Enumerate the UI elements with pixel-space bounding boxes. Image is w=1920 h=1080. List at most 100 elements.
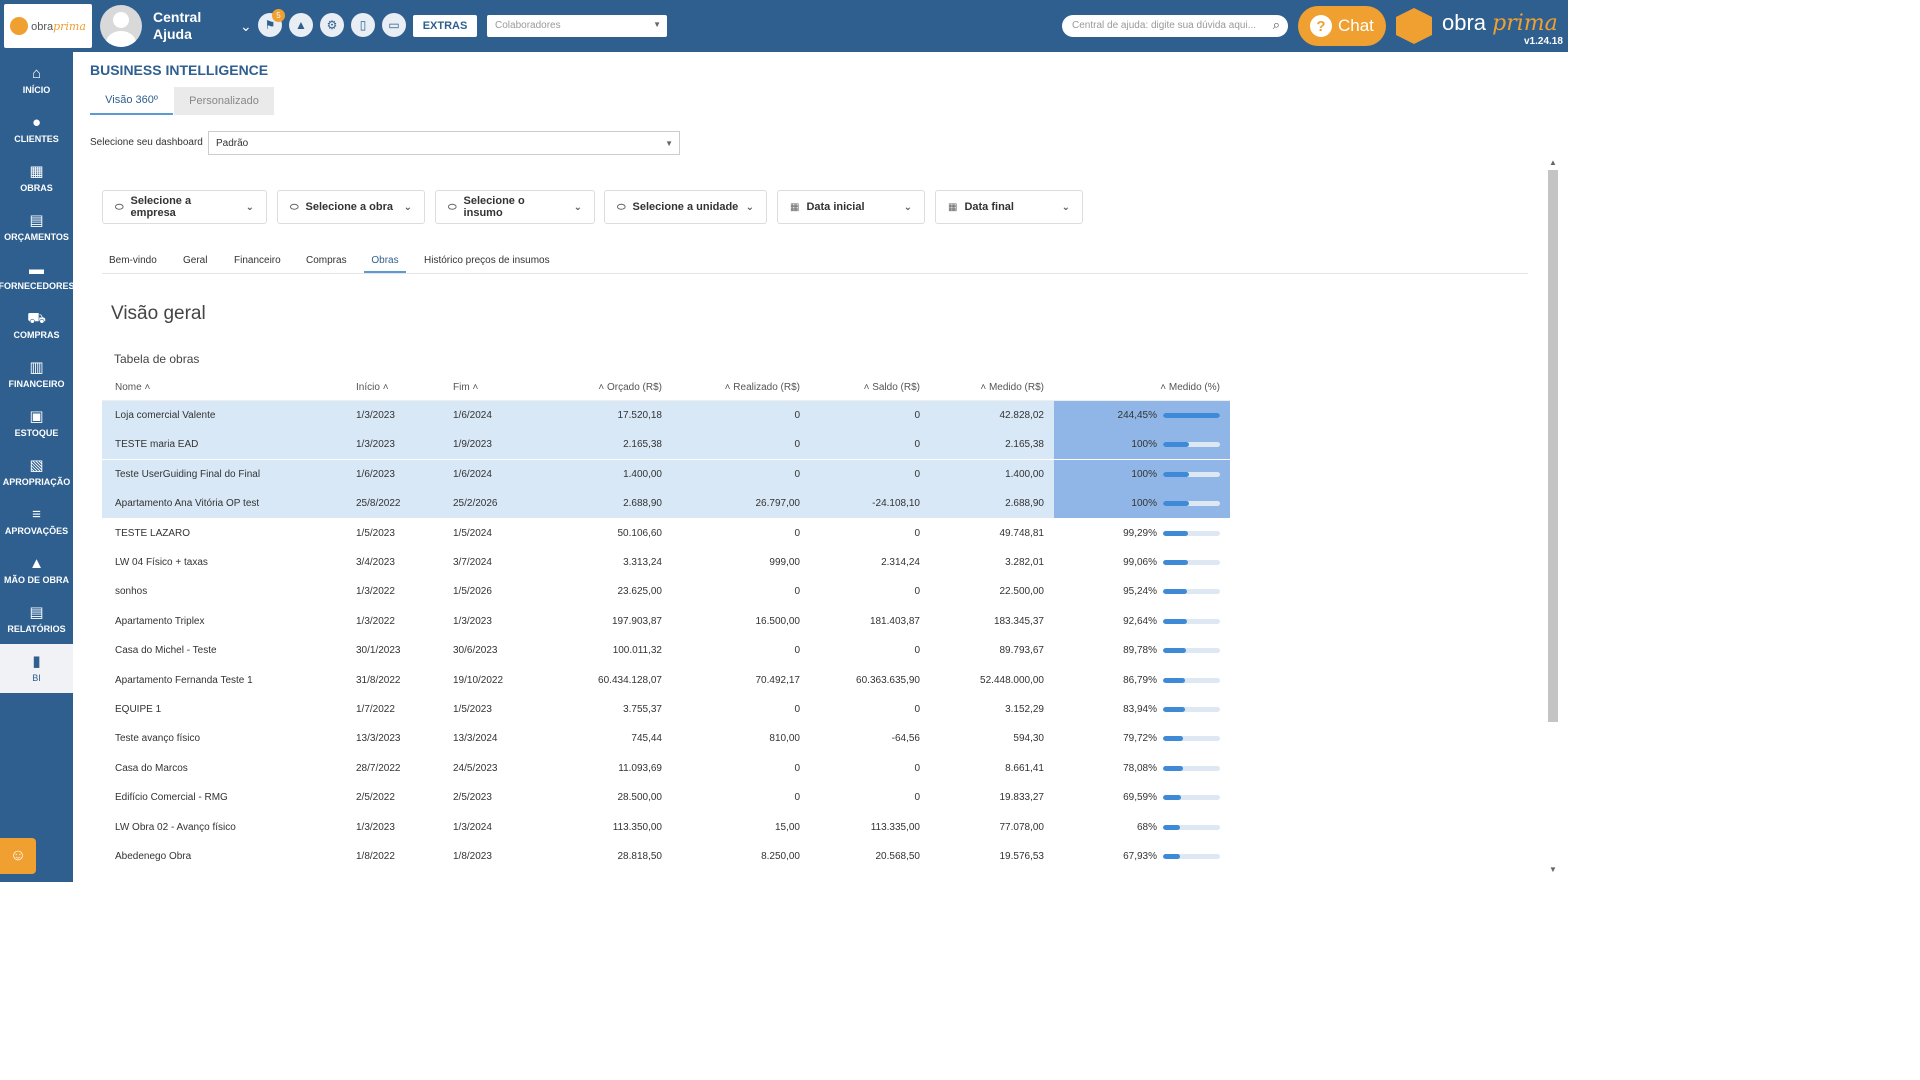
medido-pct-value: 99,29% — [1123, 527, 1157, 539]
col-inicio[interactable]: Início ˄ — [356, 382, 389, 393]
table-row[interactable]: Teste UserGuiding Final do Final 1/6/2023… — [102, 459, 1230, 489]
graduation-cap-icon[interactable]: ▲ — [289, 13, 313, 37]
cell-realizado: 0 — [794, 645, 800, 657]
col-orcado[interactable]: ˄ Orçado (R$) — [598, 382, 662, 393]
progress-bar — [1163, 677, 1220, 683]
table-row[interactable]: EQUIPE 1 1/7/2022 1/5/2023 3.755,37 0 0 3.152,… — [102, 695, 1230, 724]
cell-orcado: 2.688,90 — [623, 498, 662, 510]
support-chat-icon[interactable]: ☺ — [0, 838, 36, 874]
monitor-icon[interactable]: ▭ — [382, 13, 406, 37]
medido-pct-value: 68% — [1136, 821, 1157, 833]
tab-obras[interactable]: Obras — [364, 255, 406, 273]
sidebar-item-bi[interactable]: ▮ BI — [0, 644, 73, 693]
cell-inicio: 13/3/2023 — [356, 733, 401, 745]
sidebar-item-inicio[interactable]: ⌂ INÍCIO — [0, 56, 73, 105]
tab-personalizado[interactable]: Personalizado — [174, 87, 274, 115]
tabs-divider — [102, 273, 1528, 274]
cell-orcado: 60.434.128,07 — [598, 674, 662, 686]
sidebar-item-clientes[interactable]: ● CLIENTES — [0, 105, 73, 154]
dashboard-select[interactable]: Padrão ▼ — [208, 131, 680, 155]
cell-medido: 19.833,27 — [999, 792, 1045, 804]
central-ajuda-label[interactable]: Central Ajuda — [153, 9, 233, 43]
search-icon[interactable]: ⌕ — [1273, 17, 1280, 33]
sidebar-item-fornecedores[interactable]: ▬ FORNECEDORES — [0, 252, 75, 301]
table-row[interactable]: Edifício Comercial - RMG 2/5/2022 2/5/2023… — [102, 783, 1230, 812]
tab-visao-360[interactable]: Visão 360º — [90, 87, 173, 115]
cell-medido: 8.661,41 — [1005, 762, 1044, 774]
table-row[interactable]: Apartamento Ana Vitória OP test 25/8/2022… — [102, 489, 1230, 519]
table-row[interactable]: Apartamento Fernanda Teste 1 31/8/2022 19/… — [102, 666, 1230, 695]
brand-logo-icon — [1396, 8, 1432, 44]
mobile-icon[interactable]: ▯ — [351, 13, 375, 37]
chevron-down-icon: ⌄ — [245, 201, 254, 213]
table-row[interactable]: Apartamento Triplex 1/3/2022 1/3/2023 197.9… — [102, 607, 1230, 636]
scroll-up-icon[interactable]: ▲ — [1549, 158, 1557, 167]
cell-fim: 1/3/2023 — [453, 615, 492, 627]
col-nome[interactable]: Nome ˄ — [115, 382, 150, 393]
colaboradores-select[interactable]: Colaboradores ▼ — [487, 15, 667, 37]
filter-data-final[interactable]: ▦ Data final ⌄ — [935, 190, 1083, 224]
logo[interactable]: obraprima — [4, 4, 92, 48]
cell-fim: 3/7/2024 — [453, 557, 492, 568]
tab-compras[interactable]: Compras — [306, 255, 347, 273]
cell-saldo: 0 — [914, 527, 920, 539]
table-row[interactable]: LW 04 Físico + taxas 3/4/2023 3/7/2024 3.31… — [102, 548, 1230, 577]
filter-unidade[interactable]: ⬭ Selecione a unidade ⌄ — [604, 190, 767, 224]
col-saldo[interactable]: ˄ Saldo (R$) — [864, 382, 920, 393]
table-header: Nome ˄ Início ˄ Fim ˄ ˄ Orçado (R$) ˄ Re… — [102, 375, 1230, 401]
cell-medido: 2.688,90 — [1005, 498, 1044, 510]
cell-medido-pct: 99,29% — [1054, 519, 1230, 548]
cell-inicio: 1/3/2022 — [356, 586, 395, 598]
tab-geral[interactable]: Geral — [183, 255, 207, 273]
cell-realizado: 0 — [794, 792, 800, 804]
sidebar-item-compras[interactable]: ⛟ COMPRAS — [0, 301, 73, 350]
sidebar-item-mao-de-obra[interactable]: ▲ MÃO DE OBRA — [0, 546, 73, 595]
progress-bar-fill — [1163, 736, 1184, 742]
col-medido-pct[interactable]: ˄ Medido (%) — [1160, 382, 1220, 393]
table-row[interactable]: Abedenego Obra 1/8/2022 1/8/2023 28.818,50 8… — [102, 842, 1230, 871]
filter-insumo[interactable]: ⬭ Selecione o insumo ⌄ — [435, 190, 595, 224]
sort-icon: ˄ — [472, 382, 479, 393]
boxes-icon: ▣ — [29, 408, 44, 425]
extras-button[interactable]: EXTRAS — [413, 15, 477, 37]
sidebar-item-relatorios[interactable]: ▤ RELATÓRIOS — [0, 595, 73, 644]
cell-fim: 1/5/2023 — [453, 704, 492, 715]
gear-icon[interactable]: ⚙ — [320, 13, 344, 37]
scrollbar[interactable]: ▲ ▼ — [1546, 158, 1560, 874]
table-row[interactable]: sonhos 1/3/2022 1/5/2026 23.625,00 0 0 22.500,… — [102, 577, 1230, 606]
scroll-down-icon[interactable]: ▼ — [1549, 865, 1557, 874]
sidebar-item-obras[interactable]: ▦ OBRAS — [0, 154, 73, 203]
col-medido[interactable]: ˄ Medido (R$) — [980, 382, 1044, 393]
tab-bem-vindo[interactable]: Bem-vindo — [109, 255, 157, 273]
progress-bar — [1163, 824, 1220, 830]
cell-orcado: 50.106,60 — [617, 527, 663, 539]
table-row[interactable]: Teste avanço físico 13/3/2023 13/3/2024 745… — [102, 724, 1230, 753]
sidebar-item-aprovacoes[interactable]: ≡ APROVAÇÕES — [0, 497, 73, 546]
sidebar-item-financeiro[interactable]: ▥ FINANCEIRO — [0, 350, 73, 399]
sidebar: ⌂ INÍCIO ● CLIENTES ▦ OBRAS ▤ ORÇAMENTOS ▬ FO… — [0, 52, 75, 882]
table-row[interactable]: TESTE maria EAD 1/3/2023 1/9/2023 2.165,38 0… — [102, 430, 1230, 460]
table-row[interactable]: Casa do Michel - Teste 30/1/2023 30/6/2023… — [102, 636, 1230, 665]
filter-data-inicial[interactable]: ▦ Data inicial ⌄ — [777, 190, 925, 224]
question-icon: ? — [1310, 15, 1332, 37]
chevron-down-icon[interactable]: ⌄ — [240, 18, 252, 35]
tab-financeiro[interactable]: Financeiro — [234, 255, 281, 273]
table-row[interactable]: Casa do Marcos 28/7/2022 24/5/2023 11.093,6… — [102, 754, 1230, 783]
table-row[interactable]: TESTE LAZARO 1/5/2023 1/5/2024 50.106,60 0 0 4… — [102, 519, 1230, 548]
col-realizado[interactable]: ˄ Realizado (R$) — [725, 382, 800, 393]
filter-empresa[interactable]: ⬭ Selecione a empresa ⌄ — [102, 190, 267, 224]
cell-medido-pct: 89,78% — [1054, 636, 1230, 665]
col-fim[interactable]: Fim ˄ — [453, 382, 478, 393]
chat-button[interactable]: ? Chat — [1298, 6, 1386, 46]
sidebar-item-apropriacao[interactable]: ▧ APROPRIAÇÃO — [0, 448, 73, 497]
table-row[interactable]: LW Obra 02 - Avanço físico 1/3/2023 1/3/20… — [102, 813, 1230, 842]
avatar[interactable] — [100, 5, 142, 47]
filter-obra[interactable]: ⬭ Selecione a obra ⌄ — [277, 190, 425, 224]
table-row[interactable]: Loja comercial Valente 1/3/2023 1/6/2024 17… — [102, 401, 1230, 430]
sidebar-item-orcamentos[interactable]: ▤ ORÇAMENTOS — [0, 203, 73, 252]
cell-saldo: 0 — [914, 439, 920, 451]
help-search-input[interactable]: Central de ajuda: digite sua dúvida aqui… — [1062, 15, 1288, 37]
tab-historico-precos[interactable]: Histórico preços de insumos — [424, 255, 550, 273]
scroll-thumb[interactable] — [1548, 170, 1558, 722]
sidebar-item-estoque[interactable]: ▣ ESTOQUE — [0, 399, 73, 448]
